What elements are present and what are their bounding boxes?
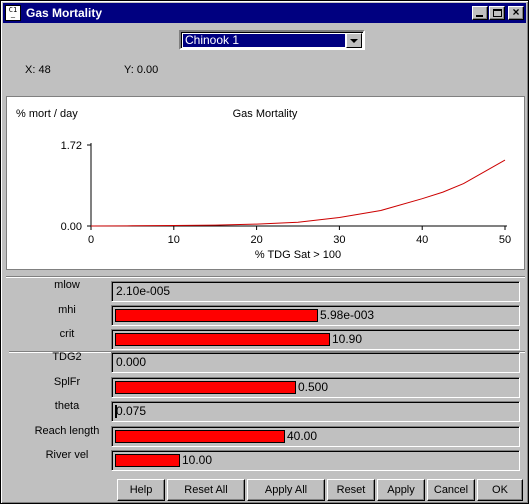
param-fill — [115, 381, 296, 394]
x-tick-label: 20 — [250, 234, 262, 246]
reset-button[interactable]: Reset — [327, 479, 375, 501]
param-label-reach-length: Reach length — [34, 425, 100, 437]
param-slider-reach-length[interactable]: 40.00 — [111, 426, 520, 447]
param-value: 0.075 — [116, 404, 147, 418]
x-coordinate-readout: X: 48 — [25, 64, 51, 76]
y-tick-label: 1.72 — [61, 140, 82, 152]
param-label-crit: crit — [59, 328, 75, 340]
param-value: 0.000 — [116, 355, 147, 369]
param-slider-theta[interactable]: 0.075 — [111, 401, 520, 422]
param-slider-splfr[interactable]: 0.500 — [111, 377, 520, 398]
maximize-icon — [493, 9, 502, 17]
apply-all-button[interactable]: Apply All — [247, 479, 325, 501]
gas-mortality-chart: % mort / day Gas Mortality % TDG Sat > 100… — [16, 108, 511, 261]
x-tick-label: 50 — [499, 234, 511, 246]
param-slider-mlow[interactable]: 2.10e-005 — [111, 281, 520, 302]
x-tick-label: 10 — [168, 234, 180, 246]
y-tick-label: 0.00 — [61, 221, 82, 233]
dropdown-button[interactable] — [346, 33, 362, 48]
gas-mortality-window: C1— Gas Mortality × Chinook 1 X: 48 Y: 0… — [0, 0, 529, 504]
param-value: 10.00 — [182, 453, 213, 467]
param-label-splfr: SplFr — [53, 376, 81, 388]
param-label-mhi: mhi — [58, 304, 76, 316]
x-tick-label: 40 — [416, 234, 428, 246]
param-value: 40.00 — [287, 429, 318, 443]
param-fill — [115, 309, 318, 322]
minimize-icon — [476, 15, 483, 17]
param-slider-mhi[interactable]: 5.98e-003 — [111, 305, 520, 326]
param-label-tdg2: TDG2 — [52, 351, 82, 363]
x-axis-label: % TDG Sat > 100 — [255, 249, 341, 261]
maximize-button[interactable] — [489, 6, 505, 20]
close-icon: × — [512, 5, 520, 19]
param-value: 10.90 — [332, 332, 363, 346]
divider — [6, 276, 525, 278]
param-slider-tdg2[interactable]: 0.000 — [111, 352, 520, 373]
help-button[interactable]: Help — [117, 479, 165, 501]
cancel-button[interactable]: Cancel — [427, 479, 475, 501]
param-value: 2.10e-005 — [116, 284, 171, 298]
close-button[interactable]: × — [508, 5, 524, 20]
chart-panel[interactable]: % mort / day Gas Mortality % TDG Sat > 100… — [6, 96, 525, 270]
param-label-mlow: mlow — [54, 279, 80, 291]
param-fill — [115, 333, 330, 346]
apply-button[interactable]: Apply — [377, 479, 425, 501]
x-tick-label: 0 — [88, 234, 94, 246]
mortality-curve — [90, 159, 506, 227]
title-bar[interactable]: C1— Gas Mortality × — [3, 3, 526, 23]
reset-all-button[interactable]: Reset All — [167, 479, 245, 501]
minimize-button[interactable] — [472, 6, 488, 20]
window-title: Gas Mortality — [26, 6, 103, 20]
param-value: 0.500 — [298, 380, 329, 394]
param-fill — [115, 430, 285, 443]
chart-title: Gas Mortality — [233, 108, 298, 120]
chevron-down-icon — [350, 39, 358, 43]
y-coordinate-readout: Y: 0.00 — [124, 64, 159, 76]
y-axis-label: % mort / day — [16, 108, 78, 120]
param-fill — [115, 454, 180, 467]
param-label-river-vel: River vel — [45, 449, 89, 461]
ok-button[interactable]: OK — [477, 479, 523, 501]
param-value: 5.98e-003 — [320, 308, 375, 322]
param-slider-river-vel[interactable]: 10.00 — [111, 450, 520, 471]
app-icon: C1— — [5, 5, 21, 21]
param-slider-crit[interactable]: 10.90 — [111, 329, 520, 350]
x-tick-label: 30 — [333, 234, 345, 246]
param-label-theta: theta — [54, 400, 80, 412]
species-select-value: Chinook 1 — [183, 34, 345, 47]
species-select[interactable]: Chinook 1 — [179, 30, 365, 50]
